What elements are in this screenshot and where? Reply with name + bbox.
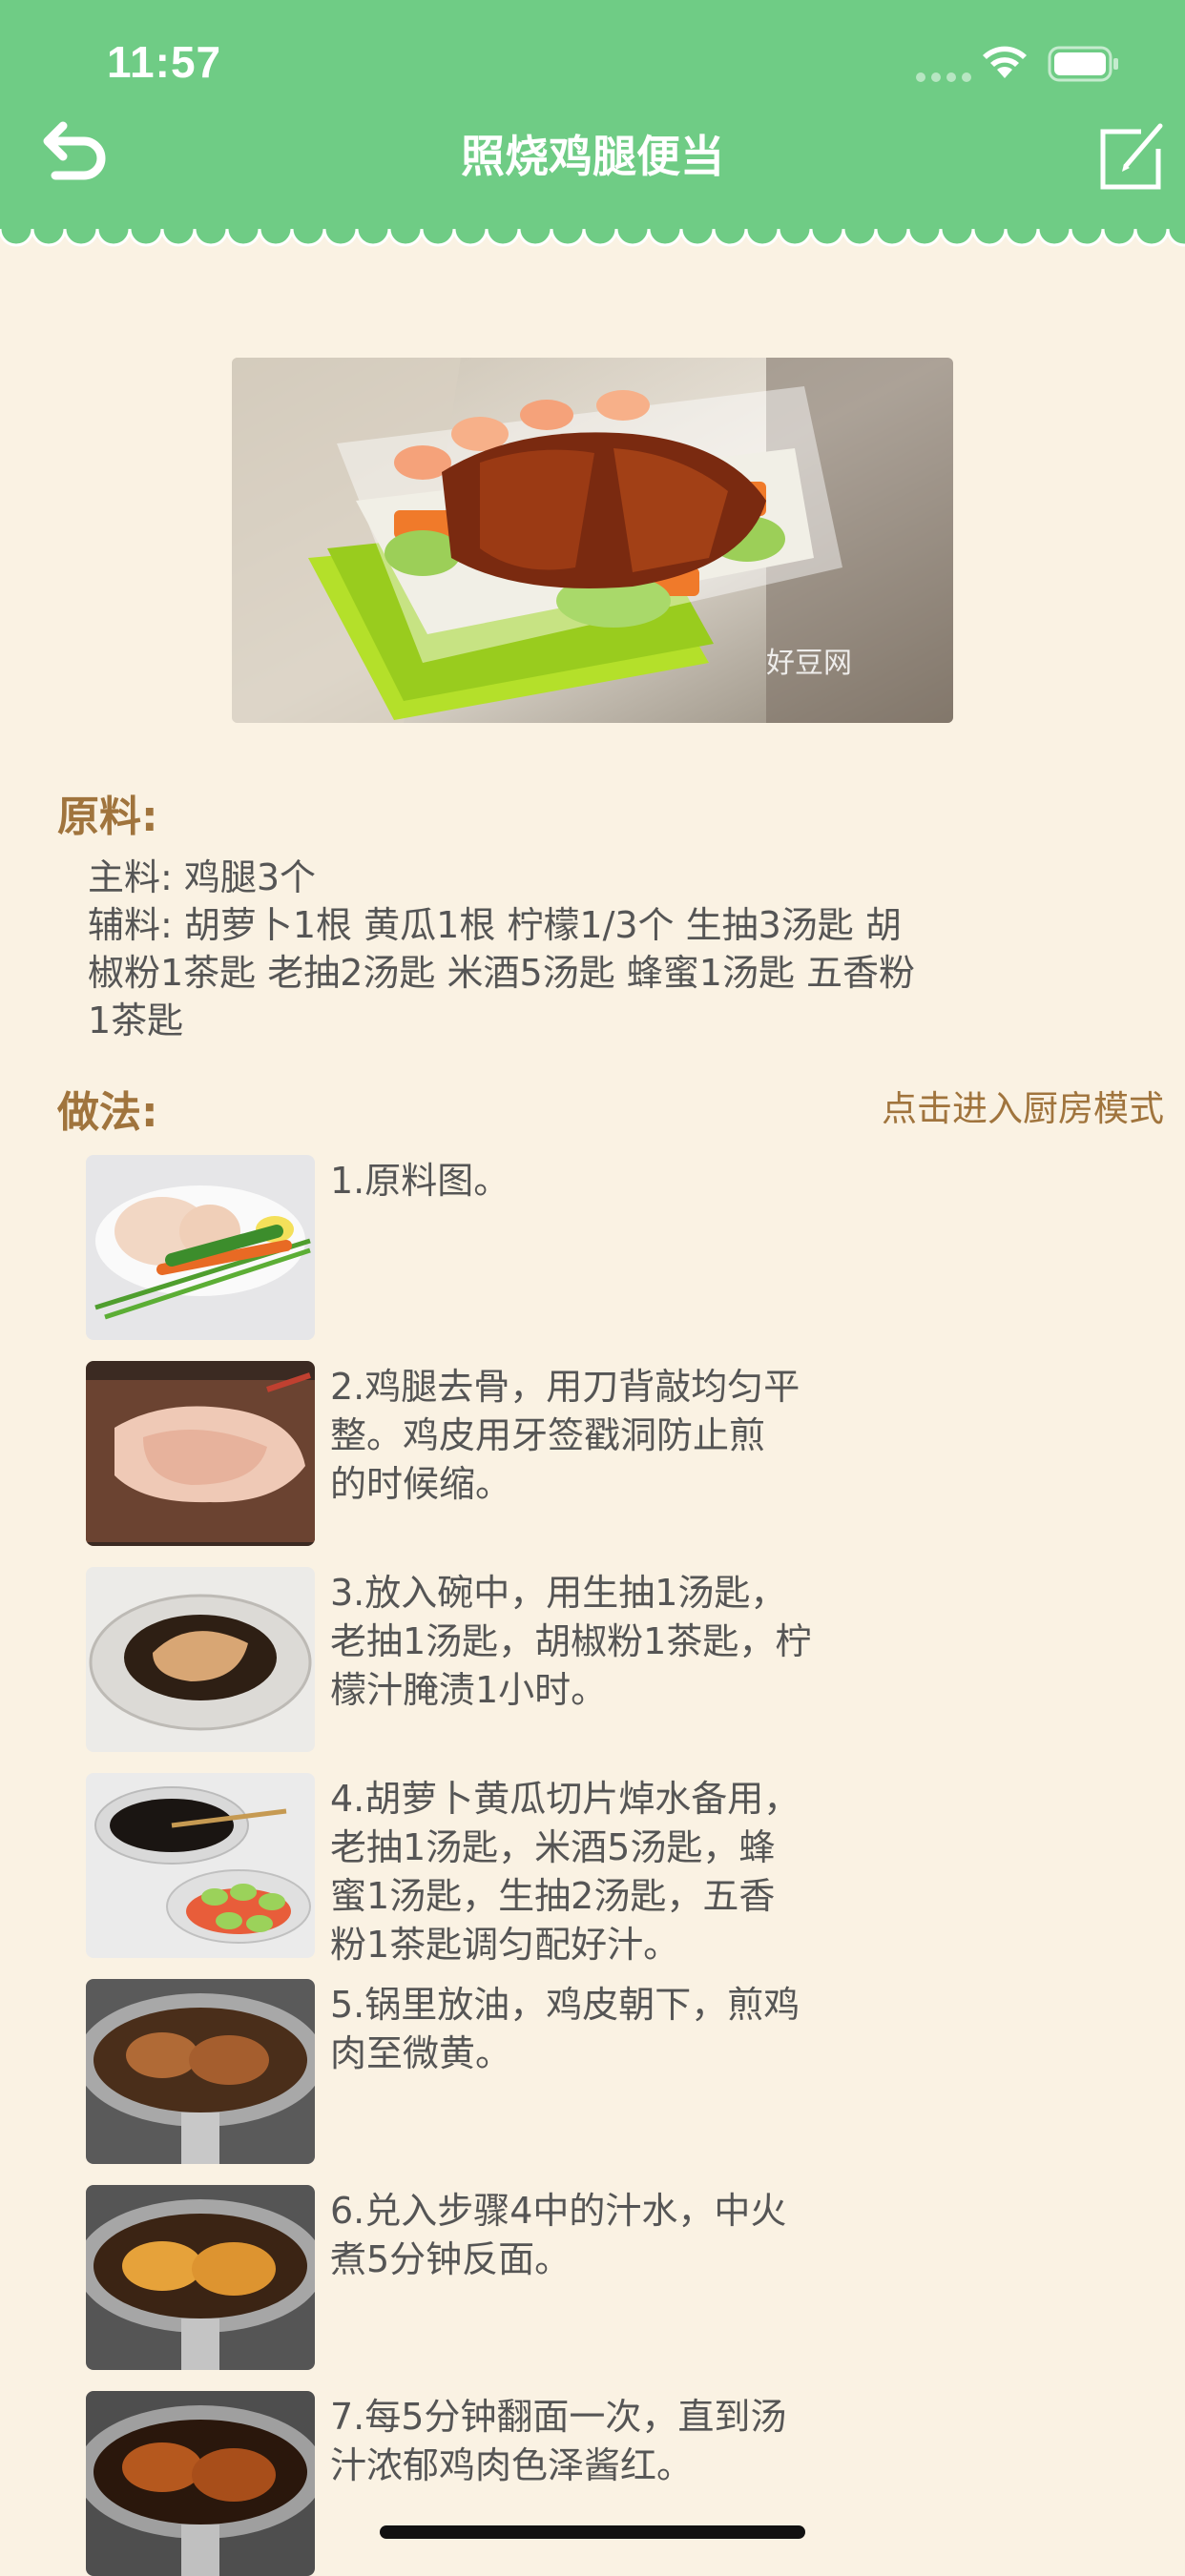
wifi-icon [983,46,1027,78]
step-text: 4.胡萝卜黄瓜切片焯水备用， 老抽1汤匙，米酒5汤匙，蜂 蜜1汤匙，生抽2汤匙，… [330,1778,800,1966]
edit-icon[interactable] [1093,116,1170,193]
step-photo [86,1361,315,1546]
step-text: 1.原料图。 [330,1160,510,1202]
method-label: 做法: [57,1088,158,1137]
step-text: 5.锅里放油，鸡皮朝下，煎鸡 肉至微黄。 [330,1984,800,2074]
step-photo [86,1979,315,2164]
step-item[interactable]: 5.锅里放油，鸡皮朝下，煎鸡 肉至微黄。 [86,1979,1040,2164]
ingredients-aux-line: 1茶匙 [88,999,184,1041]
cellular-signal-icon [916,72,971,82]
step-text: 7.每5分钟翻面一次，直到汤 汁浓郁鸡肉色泽酱红。 [330,2396,787,2486]
ingredients-text: 主料: 鸡腿3个 辅料: 胡萝卜1根 黄瓜1根 柠檬1/3个 生抽3汤匙 胡 椒… [88,854,1051,1044]
step-item[interactable]: 6.兑入步骤4中的汁水，中火 煮5分钟反面。 [86,2185,1040,2370]
home-indicator[interactable] [380,2525,805,2539]
ingredients-main: 主料: 鸡腿3个 [88,856,317,898]
status-time: 11:57 [107,37,222,87]
ingredients-aux-line: 椒粉1茶匙 老抽2汤匙 米酒5汤匙 蜂蜜1汤匙 五香粉 [88,952,916,994]
ingredients-aux-line: 辅料: 胡萝卜1根 黄瓜1根 柠檬1/3个 生抽3汤匙 胡 [88,904,902,946]
step-item[interactable]: 7.每5分钟翻面一次，直到汤 汁浓郁鸡肉色泽酱红。 [86,2391,1040,2576]
step-photo [86,1567,315,1752]
step-photo [86,2185,315,2370]
step-text: 3.放入碗中，用生抽1汤匙， 老抽1汤匙，胡椒粉1茶匙，柠 檬汁腌渍1小时。 [330,1572,812,1711]
recipe-hero-image: 好豆网 [232,358,953,723]
page-title: 照烧鸡腿便当 [461,131,724,182]
step-item[interactable]: 1.原料图。 [86,1155,1040,1340]
step-item[interactable]: 4.胡萝卜黄瓜切片焯水备用， 老抽1汤匙，米酒5汤匙，蜂 蜜1汤匙，生抽2汤匙，… [86,1773,1040,1966]
ingredients-label: 原料: [57,793,158,841]
battery-icon [1048,46,1118,82]
step-item[interactable]: 3.放入碗中，用生抽1汤匙， 老抽1汤匙，胡椒粉1茶匙，柠 檬汁腌渍1小时。 [86,1567,1040,1752]
step-text: 6.兑入步骤4中的汁水，中火 煮5分钟反面。 [330,2190,787,2280]
step-photo [86,2391,315,2576]
step-photo [86,1155,315,1340]
nav-header [0,0,1185,229]
kitchen-mode-link[interactable]: 点击进入厨房模式 [882,1080,1164,1131]
header-scalloped-edge [0,219,1185,247]
step-text: 2.鸡腿去骨，用刀背敲均匀平 整。鸡皮用牙签戳洞防止煎 的时候缩。 [330,1366,800,1505]
hero-watermark: 好豆网 [766,647,852,680]
step-item[interactable]: 2.鸡腿去骨，用刀背敲均匀平 整。鸡皮用牙签戳洞防止煎 的时候缩。 [86,1361,1040,1546]
step-photo [86,1773,315,1958]
